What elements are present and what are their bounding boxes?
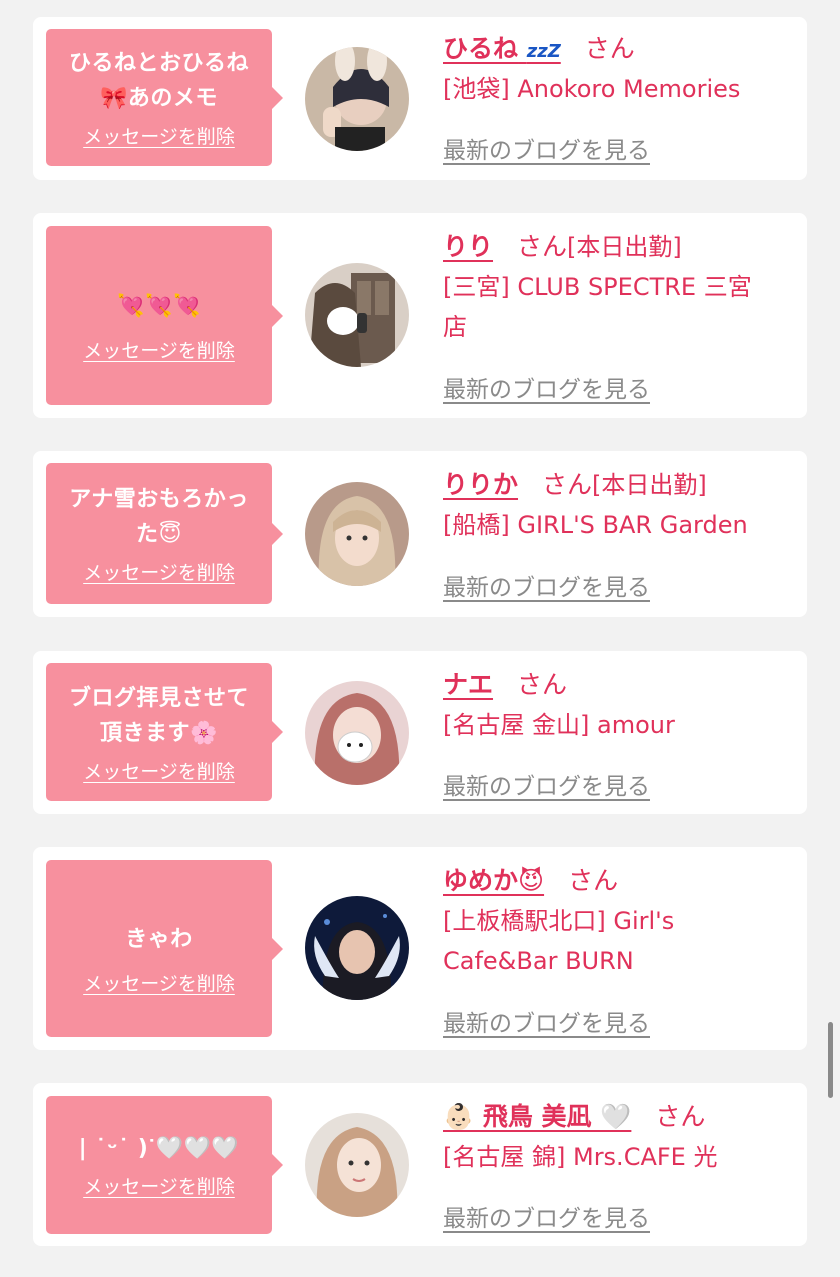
- message-bubble: 💘💘💘 メッセージを削除: [46, 226, 283, 405]
- status-badge: [本日出勤]: [592, 471, 707, 499]
- message-bubble: アナ雪おもろかっ た😇 メッセージを削除: [46, 463, 283, 604]
- cast-name-link[interactable]: りりか: [443, 465, 518, 501]
- latest-blog-link[interactable]: 最新のブログを見る: [443, 131, 650, 165]
- message-card: ブログ拝見させて 頂きます🌸 メッセージを削除 ナエ さん [名古屋 金山] a…: [33, 651, 807, 814]
- cast-info: 👶🏻 飛鳥 美凪 🤍 さん [名古屋 錦] Mrs.CAFE 光 最新のブログを…: [443, 1097, 793, 1237]
- honorific: さん: [655, 1102, 706, 1131]
- message-card: | ˙ᵕ˙ )ᐝ🤍🤍🤍 メッセージを削除 👶🏻 飛鳥 美凪 🤍 さん [名古屋 …: [33, 1083, 807, 1246]
- scrollbar[interactable]: [828, 1022, 833, 1098]
- message-bubble: ブログ拝見させて 頂きます🌸 メッセージを削除: [46, 663, 283, 801]
- message-text: アナ雪おもろかっ た😇: [69, 487, 249, 547]
- honorific: さん: [542, 470, 593, 499]
- sleep-zzz-icon: zzZ: [526, 41, 561, 62]
- shop-name: [船橋] GIRL'S BAR Garden: [443, 511, 748, 539]
- message-text: ブログ拝見させて 頂きます🌸: [68, 685, 249, 746]
- message-text: きゃわ: [125, 926, 193, 952]
- message-card: ひるねとおひるね 🎀あのメモ メッセージを削除 ひるね zzZ さん [池袋] …: [33, 17, 807, 180]
- cast-name-link[interactable]: 👶🏻 飛鳥 美凪 🤍: [443, 1097, 631, 1133]
- avatar[interactable]: [305, 681, 409, 785]
- shop-name: [名古屋 錦] Mrs.CAFE 光: [443, 1143, 718, 1171]
- cast-info: ナエ さん [名古屋 金山] amour 最新のブログを見る: [443, 665, 793, 805]
- latest-blog-link[interactable]: 最新のブログを見る: [443, 1199, 650, 1233]
- cast-name-link[interactable]: ひるね zzZ: [443, 29, 561, 65]
- message-card: きゃわ メッセージを削除 ゆめか😈 さん [上板橋駅北口] Girl's Caf…: [33, 847, 807, 1050]
- delete-message-link[interactable]: メッセージを削除: [83, 336, 235, 363]
- shop-name: [名古屋 金山] amour: [443, 711, 675, 739]
- avatar[interactable]: [305, 263, 409, 367]
- cast-info: りりか さん [本日出勤] [船橋] GIRL'S BAR Garden 最新の…: [443, 465, 793, 605]
- shop-name: [上板橋駅北口] Girl's Cafe&Bar BURN: [443, 907, 675, 975]
- message-bubble: | ˙ᵕ˙ )ᐝ🤍🤍🤍 メッセージを削除: [46, 1096, 283, 1234]
- cast-name-link[interactable]: りり: [443, 227, 493, 263]
- honorific: さん: [584, 34, 635, 63]
- cast-info: りり さん [本日出勤] [三宮] CLUB SPECTRE 三宮 店 最新のブ…: [443, 227, 793, 407]
- avatar[interactable]: [305, 482, 409, 586]
- delete-message-link[interactable]: メッセージを削除: [83, 558, 235, 585]
- delete-message-link[interactable]: メッセージを削除: [83, 757, 235, 784]
- latest-blog-link[interactable]: 最新のブログを見る: [443, 767, 650, 801]
- avatar[interactable]: [305, 47, 409, 151]
- delete-message-link[interactable]: メッセージを削除: [83, 969, 235, 996]
- shop-name: [池袋] Anokoro Memories: [443, 75, 741, 103]
- latest-blog-link[interactable]: 最新のブログを見る: [443, 568, 650, 602]
- message-bubble: ひるねとおひるね 🎀あのメモ メッセージを削除: [46, 29, 283, 166]
- delete-message-link[interactable]: メッセージを削除: [83, 1172, 235, 1199]
- avatar[interactable]: [305, 1113, 409, 1217]
- avatar[interactable]: [305, 896, 409, 1000]
- message-text: ひるねとおひるね 🎀あのメモ: [68, 51, 249, 111]
- cast-name-link[interactable]: ゆめか😈: [443, 861, 544, 897]
- message-card: アナ雪おもろかっ た😇 メッセージを削除 りりか さん [本日出勤] [船橋] …: [33, 451, 807, 617]
- shop-name: [三宮] CLUB SPECTRE 三宮 店: [443, 273, 752, 341]
- honorific: さん: [568, 866, 619, 895]
- honorific: さん: [517, 232, 568, 261]
- honorific: さん: [517, 670, 568, 699]
- status-badge: [本日出勤]: [567, 233, 682, 261]
- delete-message-link[interactable]: メッセージを削除: [83, 122, 235, 149]
- message-bubble: きゃわ メッセージを削除: [46, 860, 283, 1037]
- message-card: 💘💘💘 メッセージを削除 りり さん [本日出勤] [三宮] CLUB SPEC…: [33, 213, 807, 418]
- message-text: 💘💘💘: [117, 293, 201, 319]
- latest-blog-link[interactable]: 最新のブログを見る: [443, 1004, 650, 1038]
- latest-blog-link[interactable]: 最新のブログを見る: [443, 370, 650, 404]
- message-text: | ˙ᵕ˙ )ᐝ🤍🤍🤍: [78, 1136, 240, 1161]
- cast-info: ひるね zzZ さん [池袋] Anokoro Memories 最新のブログを…: [443, 29, 793, 169]
- cast-info: ゆめか😈 さん [上板橋駅北口] Girl's Cafe&Bar BURN 最新…: [443, 861, 793, 1041]
- cast-name-link[interactable]: ナエ: [443, 665, 493, 701]
